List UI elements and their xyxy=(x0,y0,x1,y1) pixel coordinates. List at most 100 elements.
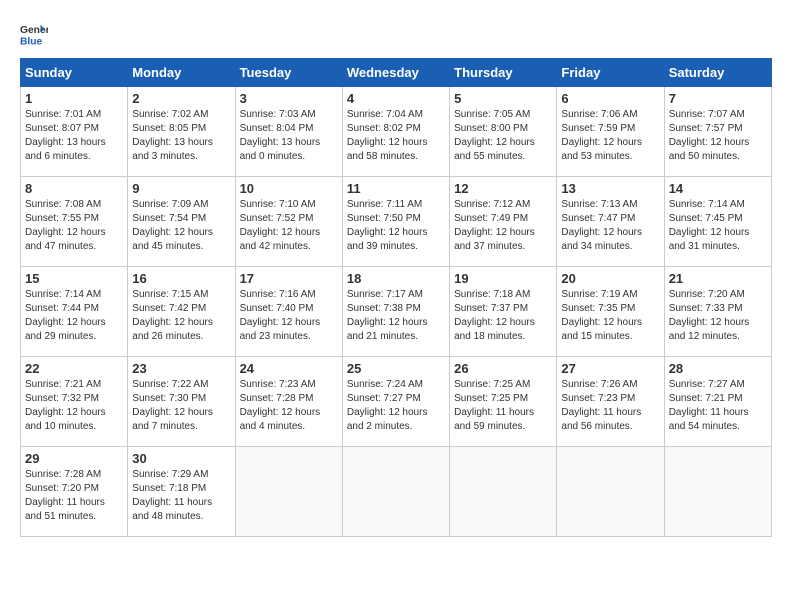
day-cell-18: 18 Sunrise: 7:17 AM Sunset: 7:38 PM Dayl… xyxy=(342,267,449,357)
day-info: Sunrise: 7:18 AM Sunset: 7:37 PM Dayligh… xyxy=(454,288,552,344)
sunrise: Sunrise: 7:11 AM xyxy=(347,199,422,210)
sunrise: Sunrise: 7:14 AM xyxy=(669,199,745,210)
daylight: Daylight: 12 hours and 18 minutes. xyxy=(454,317,535,342)
daylight: Daylight: 11 hours and 56 minutes. xyxy=(561,407,641,432)
sunrise: Sunrise: 7:01 AM xyxy=(25,109,101,120)
day-cell-21: 21 Sunrise: 7:20 AM Sunset: 7:33 PM Dayl… xyxy=(664,267,771,357)
day-cell-3: 3 Sunrise: 7:03 AM Sunset: 8:04 PM Dayli… xyxy=(235,87,342,177)
sunset: Sunset: 7:28 PM xyxy=(240,393,314,404)
daylight: Daylight: 12 hours and 26 minutes. xyxy=(132,317,213,342)
calendar-header-thursday: Thursday xyxy=(450,59,557,87)
sunset: Sunset: 8:07 PM xyxy=(25,123,99,134)
day-cell-28: 28 Sunrise: 7:27 AM Sunset: 7:21 PM Dayl… xyxy=(664,357,771,447)
day-number: 14 xyxy=(669,181,767,196)
sunset: Sunset: 7:27 PM xyxy=(347,393,421,404)
sunrise: Sunrise: 7:21 AM xyxy=(25,379,101,390)
sunrise: Sunrise: 7:07 AM xyxy=(669,109,745,120)
day-info: Sunrise: 7:28 AM Sunset: 7:20 PM Dayligh… xyxy=(25,468,123,524)
day-number: 13 xyxy=(561,181,659,196)
sunset: Sunset: 8:00 PM xyxy=(454,123,528,134)
day-number: 27 xyxy=(561,361,659,376)
day-info: Sunrise: 7:19 AM Sunset: 7:35 PM Dayligh… xyxy=(561,288,659,344)
day-info: Sunrise: 7:27 AM Sunset: 7:21 PM Dayligh… xyxy=(669,378,767,434)
day-info: Sunrise: 7:15 AM Sunset: 7:42 PM Dayligh… xyxy=(132,288,230,344)
daylight: Daylight: 12 hours and 4 minutes. xyxy=(240,407,321,432)
daylight: Daylight: 12 hours and 50 minutes. xyxy=(669,137,750,162)
day-info: Sunrise: 7:07 AM Sunset: 7:57 PM Dayligh… xyxy=(669,108,767,164)
day-number: 30 xyxy=(132,451,230,466)
daylight: Daylight: 12 hours and 39 minutes. xyxy=(347,227,428,252)
day-number: 3 xyxy=(240,91,338,106)
day-number: 9 xyxy=(132,181,230,196)
day-number: 4 xyxy=(347,91,445,106)
day-number: 17 xyxy=(240,271,338,286)
day-cell-10: 10 Sunrise: 7:10 AM Sunset: 7:52 PM Dayl… xyxy=(235,177,342,267)
sunrise: Sunrise: 7:20 AM xyxy=(669,289,745,300)
sunrise: Sunrise: 7:09 AM xyxy=(132,199,208,210)
day-cell-19: 19 Sunrise: 7:18 AM Sunset: 7:37 PM Dayl… xyxy=(450,267,557,357)
daylight: Daylight: 12 hours and 23 minutes. xyxy=(240,317,321,342)
day-info: Sunrise: 7:04 AM Sunset: 8:02 PM Dayligh… xyxy=(347,108,445,164)
calendar-header-saturday: Saturday xyxy=(664,59,771,87)
empty-cell xyxy=(557,447,664,537)
sunrise: Sunrise: 7:23 AM xyxy=(240,379,316,390)
calendar-header-wednesday: Wednesday xyxy=(342,59,449,87)
daylight: Daylight: 13 hours and 6 minutes. xyxy=(25,137,106,162)
daylight: Daylight: 11 hours and 59 minutes. xyxy=(454,407,534,432)
day-info: Sunrise: 7:02 AM Sunset: 8:05 PM Dayligh… xyxy=(132,108,230,164)
day-cell-30: 30 Sunrise: 7:29 AM Sunset: 7:18 PM Dayl… xyxy=(128,447,235,537)
calendar-header-sunday: Sunday xyxy=(21,59,128,87)
day-info: Sunrise: 7:03 AM Sunset: 8:04 PM Dayligh… xyxy=(240,108,338,164)
sunrise: Sunrise: 7:25 AM xyxy=(454,379,530,390)
day-number: 25 xyxy=(347,361,445,376)
sunrise: Sunrise: 7:26 AM xyxy=(561,379,637,390)
sunset: Sunset: 7:23 PM xyxy=(561,393,635,404)
sunset: Sunset: 7:54 PM xyxy=(132,213,206,224)
day-number: 29 xyxy=(25,451,123,466)
sunset: Sunset: 7:30 PM xyxy=(132,393,206,404)
daylight: Daylight: 12 hours and 15 minutes. xyxy=(561,317,642,342)
day-cell-23: 23 Sunrise: 7:22 AM Sunset: 7:30 PM Dayl… xyxy=(128,357,235,447)
day-number: 6 xyxy=(561,91,659,106)
sunrise: Sunrise: 7:04 AM xyxy=(347,109,423,120)
day-number: 10 xyxy=(240,181,338,196)
calendar-table: SundayMondayTuesdayWednesdayThursdayFrid… xyxy=(20,58,772,537)
sunset: Sunset: 7:45 PM xyxy=(669,213,743,224)
day-info: Sunrise: 7:16 AM Sunset: 7:40 PM Dayligh… xyxy=(240,288,338,344)
daylight: Daylight: 12 hours and 53 minutes. xyxy=(561,137,642,162)
day-cell-24: 24 Sunrise: 7:23 AM Sunset: 7:28 PM Dayl… xyxy=(235,357,342,447)
day-number: 23 xyxy=(132,361,230,376)
day-info: Sunrise: 7:14 AM Sunset: 7:44 PM Dayligh… xyxy=(25,288,123,344)
day-info: Sunrise: 7:14 AM Sunset: 7:45 PM Dayligh… xyxy=(669,198,767,254)
sunrise: Sunrise: 7:19 AM xyxy=(561,289,637,300)
daylight: Daylight: 12 hours and 2 minutes. xyxy=(347,407,428,432)
sunrise: Sunrise: 7:16 AM xyxy=(240,289,316,300)
calendar-week-4: 22 Sunrise: 7:21 AM Sunset: 7:32 PM Dayl… xyxy=(21,357,772,447)
page-header: General Blue xyxy=(20,20,772,48)
sunset: Sunset: 8:05 PM xyxy=(132,123,206,134)
day-cell-29: 29 Sunrise: 7:28 AM Sunset: 7:20 PM Dayl… xyxy=(21,447,128,537)
day-info: Sunrise: 7:26 AM Sunset: 7:23 PM Dayligh… xyxy=(561,378,659,434)
daylight: Daylight: 13 hours and 0 minutes. xyxy=(240,137,321,162)
daylight: Daylight: 12 hours and 12 minutes. xyxy=(669,317,750,342)
day-info: Sunrise: 7:20 AM Sunset: 7:33 PM Dayligh… xyxy=(669,288,767,344)
day-info: Sunrise: 7:24 AM Sunset: 7:27 PM Dayligh… xyxy=(347,378,445,434)
day-info: Sunrise: 7:17 AM Sunset: 7:38 PM Dayligh… xyxy=(347,288,445,344)
calendar-week-5: 29 Sunrise: 7:28 AM Sunset: 7:20 PM Dayl… xyxy=(21,447,772,537)
sunset: Sunset: 7:47 PM xyxy=(561,213,635,224)
day-cell-27: 27 Sunrise: 7:26 AM Sunset: 7:23 PM Dayl… xyxy=(557,357,664,447)
day-cell-13: 13 Sunrise: 7:13 AM Sunset: 7:47 PM Dayl… xyxy=(557,177,664,267)
sunset: Sunset: 7:37 PM xyxy=(454,303,528,314)
empty-cell xyxy=(235,447,342,537)
day-cell-17: 17 Sunrise: 7:16 AM Sunset: 7:40 PM Dayl… xyxy=(235,267,342,357)
day-info: Sunrise: 7:23 AM Sunset: 7:28 PM Dayligh… xyxy=(240,378,338,434)
day-info: Sunrise: 7:13 AM Sunset: 7:47 PM Dayligh… xyxy=(561,198,659,254)
calendar-week-2: 8 Sunrise: 7:08 AM Sunset: 7:55 PM Dayli… xyxy=(21,177,772,267)
day-number: 21 xyxy=(669,271,767,286)
day-cell-22: 22 Sunrise: 7:21 AM Sunset: 7:32 PM Dayl… xyxy=(21,357,128,447)
sunset: Sunset: 7:44 PM xyxy=(25,303,99,314)
day-info: Sunrise: 7:06 AM Sunset: 7:59 PM Dayligh… xyxy=(561,108,659,164)
sunset: Sunset: 7:33 PM xyxy=(669,303,743,314)
sunset: Sunset: 7:21 PM xyxy=(669,393,743,404)
day-cell-1: 1 Sunrise: 7:01 AM Sunset: 8:07 PM Dayli… xyxy=(21,87,128,177)
